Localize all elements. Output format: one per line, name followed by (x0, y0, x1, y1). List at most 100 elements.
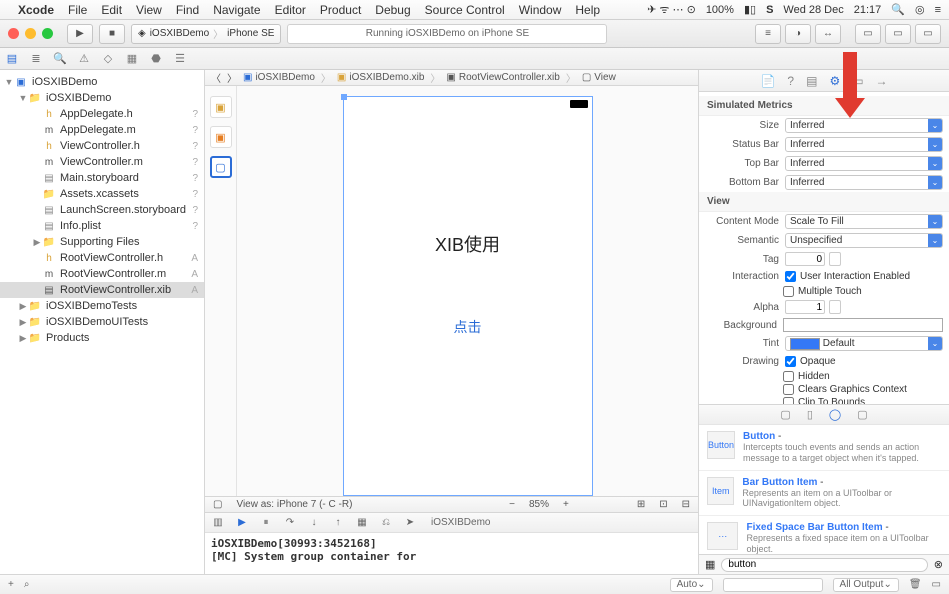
object-library[interactable]: ButtonButton - Intercepts touch events a… (699, 424, 949, 554)
project-navigator[interactable]: ▼▣iOSXIBDemo▼📁iOSXIBDemohAppDelegate.h?m… (0, 70, 205, 574)
tree-row[interactable]: mViewController.m? (0, 154, 204, 170)
menu-editor[interactable]: Editor (275, 3, 306, 17)
siri-icon[interactable]: ◎ (915, 3, 925, 16)
menu-find[interactable]: Find (176, 3, 199, 17)
grid-list-toggle-icon[interactable]: ▦ (705, 558, 715, 571)
menu-debug[interactable]: Debug (375, 3, 410, 17)
alpha-field[interactable] (785, 300, 825, 314)
scheme-selector[interactable]: ◈ iOSXIBDemo 〉 iPhone SE (131, 24, 281, 44)
spotlight-icon[interactable]: 🔍 (891, 3, 905, 16)
placeholder-files-owner-icon[interactable]: ▣ (210, 96, 232, 118)
size-inspector-icon[interactable]: ▭ (852, 74, 863, 88)
view-object-icon[interactable]: ▢ (210, 156, 232, 178)
tree-row[interactable]: ▶📁iOSXIBDemoUITests (0, 314, 204, 330)
clears-graphics-checkbox[interactable] (783, 384, 794, 395)
jump-project[interactable]: iOSXIBDemo (255, 72, 314, 83)
background-colorwell[interactable] (783, 318, 943, 332)
menu-source-control[interactable]: Source Control (425, 3, 505, 17)
jump-bar[interactable]: 〈 〉 ▣iOSXIBDemo 〉 ▣iOSXIBDemo.xib 〉 ▣Roo… (205, 70, 698, 86)
location-icon[interactable]: ➤ (403, 517, 417, 528)
run-button[interactable]: ▶ (67, 24, 93, 44)
close-window-icon[interactable] (8, 28, 19, 39)
toggle-utilities-button[interactable]: ▭ (915, 24, 941, 44)
forward-button[interactable]: 〉 (227, 70, 237, 85)
breakpoint-navigator-icon[interactable]: ⬣ (148, 51, 164, 67)
window-controls[interactable] (8, 28, 53, 39)
clear-filter-icon[interactable]: ⊗ (934, 558, 943, 571)
canvas-footer-icon[interactable]: ⊞ (637, 499, 645, 510)
step-into-icon[interactable]: ↓ (307, 517, 321, 528)
library-item[interactable]: ItemBar Button Item - Represents an item… (699, 471, 949, 517)
connections-inspector-icon[interactable]: → (876, 74, 888, 88)
tree-row[interactable]: hRootViewController.hA (0, 250, 204, 266)
library-filter-input[interactable] (721, 558, 927, 572)
tree-row[interactable]: ▤RootViewController.xibA (0, 282, 204, 298)
toggle-navigator-button[interactable]: ▭ (855, 24, 881, 44)
media-library-icon[interactable]: ▢ (857, 408, 867, 421)
zoom-in-button[interactable]: + (563, 499, 569, 510)
step-over-icon[interactable]: ↷ (283, 517, 297, 528)
toggle-panes-icon[interactable]: ▭ (932, 579, 941, 590)
toggle-debug-button[interactable]: ▭ (885, 24, 911, 44)
tree-row[interactable]: ▶📁iOSXIBDemoTests (0, 298, 204, 314)
tree-row[interactable]: ▶📁Supporting Files (0, 234, 204, 250)
statusbar-popup[interactable]: Inferred⌄ (785, 137, 943, 152)
zoom-out-button[interactable]: − (509, 499, 515, 510)
tree-row[interactable]: hViewController.h? (0, 138, 204, 154)
user-interaction-checkbox[interactable] (785, 271, 796, 282)
menu-file[interactable]: File (68, 3, 87, 17)
placeholder-first-responder-icon[interactable]: ▣ (210, 126, 232, 148)
menu-view[interactable]: View (136, 3, 162, 17)
pause-icon[interactable]: ⏸ (259, 517, 273, 528)
continue-icon[interactable]: ▶ (235, 517, 249, 528)
assistant-editor-button[interactable]: ◑ (785, 24, 811, 44)
standard-editor-button[interactable]: ≡ (755, 24, 781, 44)
debug-navigator-icon[interactable]: ▦ (124, 51, 140, 67)
clear-console-icon[interactable]: 🗑 (909, 579, 922, 590)
menu-navigate[interactable]: Navigate (213, 3, 260, 17)
file-inspector-icon[interactable]: 📄 (760, 74, 775, 88)
tree-row[interactable]: ▶📁Products (0, 330, 204, 346)
menu-help[interactable]: Help (575, 3, 600, 17)
filter-icon[interactable]: ⌕ (24, 579, 30, 590)
tree-row[interactable]: mAppDelegate.m? (0, 122, 204, 138)
menu-product[interactable]: Product (320, 3, 361, 17)
tree-row[interactable]: ▼📁iOSXIBDemo (0, 90, 204, 106)
object-library-icon[interactable]: ◯ (829, 408, 841, 421)
tree-row[interactable]: ▤LaunchScreen.storyboard? (0, 202, 204, 218)
test-navigator-icon[interactable]: ◇ (100, 51, 116, 67)
canvas-label[interactable]: XIB使用 (344, 231, 592, 257)
tree-row[interactable]: mRootViewController.mA (0, 266, 204, 282)
topbar-popup[interactable]: Inferred⌄ (785, 156, 943, 171)
library-item[interactable]: ButtonButton - Intercepts touch events a… (699, 425, 949, 471)
help-inspector-icon[interactable]: ? (787, 74, 794, 88)
find-navigator-icon[interactable]: 🔍 (52, 51, 68, 67)
tree-row[interactable]: ▤Info.plist? (0, 218, 204, 234)
tag-field[interactable] (785, 252, 825, 266)
jump-file[interactable]: RootViewController.xib (459, 72, 560, 83)
jump-xib[interactable]: iOSXIBDemo.xib (349, 72, 424, 83)
alpha-stepper[interactable] (829, 300, 841, 314)
semantic-popup[interactable]: Unspecified⌄ (785, 233, 943, 248)
attributes-inspector-icon[interactable]: ⚙ (829, 74, 840, 88)
contentmode-popup[interactable]: Scale To Fill⌄ (785, 214, 943, 229)
hidden-checkbox[interactable] (783, 371, 794, 382)
size-popup[interactable]: Inferred⌄ (785, 118, 943, 133)
menu-edit[interactable]: Edit (101, 3, 122, 17)
version-editor-button[interactable]: ↔ (815, 24, 841, 44)
issue-navigator-icon[interactable]: ⚠ (76, 51, 92, 67)
toggle-debug-icon[interactable]: ▥ (211, 517, 225, 528)
canvas-button[interactable]: 点击 (344, 317, 592, 337)
stop-button[interactable]: ■ (99, 24, 125, 44)
root-view[interactable]: XIB使用 点击 (343, 96, 593, 496)
symbol-navigator-icon[interactable]: ≣ (28, 51, 44, 67)
tint-popup[interactable]: Default⌄ (785, 336, 943, 351)
file-template-icon[interactable]: ▢ (780, 408, 790, 421)
jump-object[interactable]: View (594, 72, 616, 83)
tree-row[interactable]: hAppDelegate.h? (0, 106, 204, 122)
back-button[interactable]: 〈 (211, 70, 221, 85)
memory-icon[interactable]: ⎌ (379, 517, 393, 528)
debug-view-icon[interactable]: ▦ (355, 517, 369, 528)
canvas-footer-icon3[interactable]: ⊟ (682, 499, 690, 510)
report-navigator-icon[interactable]: ☰ (172, 51, 188, 67)
